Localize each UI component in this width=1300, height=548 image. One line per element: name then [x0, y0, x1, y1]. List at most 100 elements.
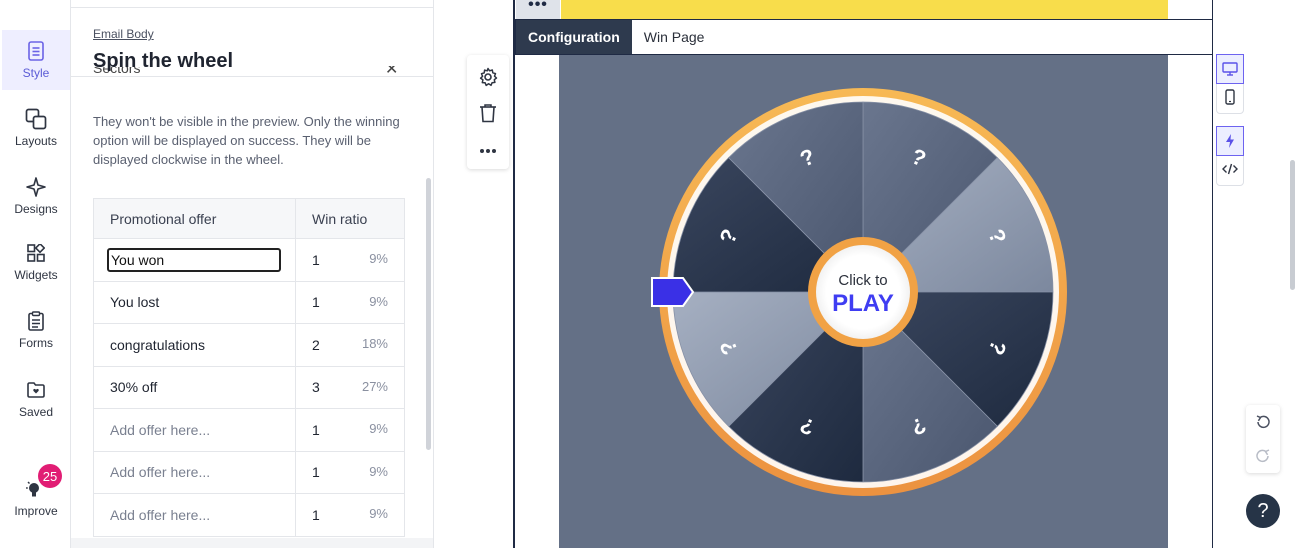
rail-item-forms[interactable]: Forms [2, 300, 70, 360]
rail-label-forms: Forms [19, 336, 53, 350]
block-toolbar [467, 55, 509, 169]
code-icon[interactable] [1217, 155, 1243, 183]
offer-text: 30% off [110, 379, 158, 396]
ratio-percent: 27% [361, 378, 388, 394]
widgets-icon [25, 242, 47, 264]
spin-wheel[interactable]: ???????? Click to PLAY [559, 55, 1168, 548]
offer-cell[interactable]: congratulations [94, 324, 296, 366]
offer-text: congratulations [110, 336, 205, 353]
ratio-value: 1 [312, 464, 320, 481]
device-toggle [1216, 54, 1244, 114]
header-offer: Promotional offer [94, 199, 296, 238]
style-icon [25, 40, 47, 62]
rail-item-style[interactable]: Style [2, 30, 70, 90]
lightning-icon[interactable] [1216, 126, 1244, 156]
ratio-percent: 9% [369, 463, 388, 479]
tab-win-page[interactable]: Win Page [632, 20, 717, 54]
ratio-cell[interactable]: 1 9% [296, 239, 404, 281]
rail-label-style: Style [22, 66, 50, 80]
panel-bottom-strip [71, 538, 433, 548]
designs-icon [25, 176, 47, 198]
table-row: You lost 1 9% [94, 281, 404, 324]
redo-icon[interactable] [1246, 439, 1280, 473]
offer-cell[interactable] [94, 239, 296, 281]
rail-item-designs[interactable]: Designs [2, 166, 70, 226]
table-row: congratulations 2 18% [94, 324, 404, 367]
breadcrumb[interactable]: Email Body [93, 27, 154, 41]
ratio-value: 1 [312, 251, 320, 268]
ratio-value: 3 [312, 379, 320, 396]
collapse-icon[interactable]: ✕ [385, 66, 399, 76]
offer-placeholder: Add offer here... [110, 421, 211, 438]
offer-input[interactable] [107, 247, 281, 272]
rail-label-widgets: Widgets [14, 268, 58, 282]
offer-cell[interactable]: Add offer here... [94, 451, 296, 493]
table-row: Add offer here... 1 9% [94, 494, 404, 537]
rail-label-designs: Designs [14, 202, 58, 216]
table-row: 1 9% [94, 239, 404, 282]
wheel-background: ???????? Click to PLAY [559, 55, 1168, 548]
app-root: Style Layouts Designs Widgets Forms Save… [0, 0, 1300, 548]
panel-top-divider [71, 0, 433, 8]
saved-icon [25, 379, 47, 401]
ratio-cell[interactable]: 1 9% [296, 282, 404, 324]
wheel-pointer [651, 277, 695, 307]
table-row: Add offer here... 1 9% [94, 451, 404, 494]
ratio-cell[interactable]: 1 9% [296, 452, 404, 494]
tab-configuration[interactable]: Configuration [516, 20, 632, 54]
block-drag-handle[interactable]: ••• [516, 0, 560, 19]
improve-count-badge: 25 [38, 464, 62, 488]
ratio-cell[interactable]: 1 9% [296, 494, 404, 536]
offer-cell[interactable]: You lost [94, 281, 296, 323]
highlight-strip [561, 0, 1168, 19]
ratio-percent: 9% [369, 293, 388, 309]
title-divider [71, 76, 433, 77]
offer-cell[interactable]: Add offer here... [94, 409, 296, 451]
settings-panel: Email Body Sectors ✕ Spin the wheel They… [71, 0, 434, 548]
more-options-icon[interactable] [476, 139, 500, 163]
page-scrollbar[interactable] [1290, 160, 1295, 290]
left-rail: Style Layouts Designs Widgets Forms Save… [0, 0, 71, 548]
ratio-percent: 18% [361, 336, 388, 351]
hub-label-top: Click to [838, 272, 887, 289]
header-win-ratio: Win ratio [312, 210, 368, 227]
page-title: Spin the wheel [93, 50, 234, 72]
ratio-value: 1 [312, 506, 320, 523]
ratio-percent: 9% [369, 421, 388, 436]
rail-item-widgets[interactable]: Widgets [2, 232, 70, 292]
ratio-value: 1 [312, 294, 320, 311]
forms-icon [25, 310, 47, 332]
help-button[interactable]: ? [1246, 494, 1280, 528]
table-row: Add offer here... 1 9% [94, 409, 404, 452]
ratio-cell[interactable]: 2 18% [296, 324, 404, 366]
offer-cell[interactable]: 30% off [94, 366, 296, 408]
ratio-percent: 9% [369, 506, 388, 521]
mode-toggle [1216, 126, 1244, 186]
history-controls [1246, 405, 1280, 473]
ratio-value: 2 [312, 336, 320, 353]
offers-table: Promotional offer Win ratio 1 9% You lost 1… [93, 198, 405, 537]
desktop-icon[interactable] [1216, 54, 1244, 84]
ratio-value: 1 [312, 421, 320, 438]
rail-item-saved[interactable]: Saved [2, 369, 70, 429]
canvas-tabs: Configuration Win Page [515, 19, 1213, 55]
table-row: 30% off 3 27% [94, 366, 404, 409]
delete-trash-icon[interactable] [476, 101, 500, 125]
rail-label-saved: Saved [18, 405, 54, 419]
rail-item-layouts[interactable]: Layouts [2, 98, 70, 158]
mobile-icon[interactable] [1217, 83, 1243, 111]
layouts-icon [25, 108, 47, 130]
ratio-percent: 9% [369, 251, 388, 266]
offer-text: You lost [110, 294, 160, 311]
offer-placeholder: Add offer here... [110, 506, 211, 523]
panel-scrollbar[interactable] [426, 178, 431, 450]
offer-cell[interactable]: Add offer here... [94, 494, 296, 536]
rail-label-improve: Improve [14, 504, 58, 518]
hub-label-play: PLAY [832, 290, 894, 317]
settings-gear-icon[interactable] [476, 65, 500, 89]
undo-icon[interactable] [1246, 405, 1280, 439]
table-header: Promotional offer Win ratio [94, 199, 404, 239]
sectors-description: They won't be visible in the preview. On… [93, 114, 400, 167]
ratio-cell[interactable]: 1 9% [296, 409, 404, 451]
ratio-cell[interactable]: 3 27% [296, 367, 404, 409]
